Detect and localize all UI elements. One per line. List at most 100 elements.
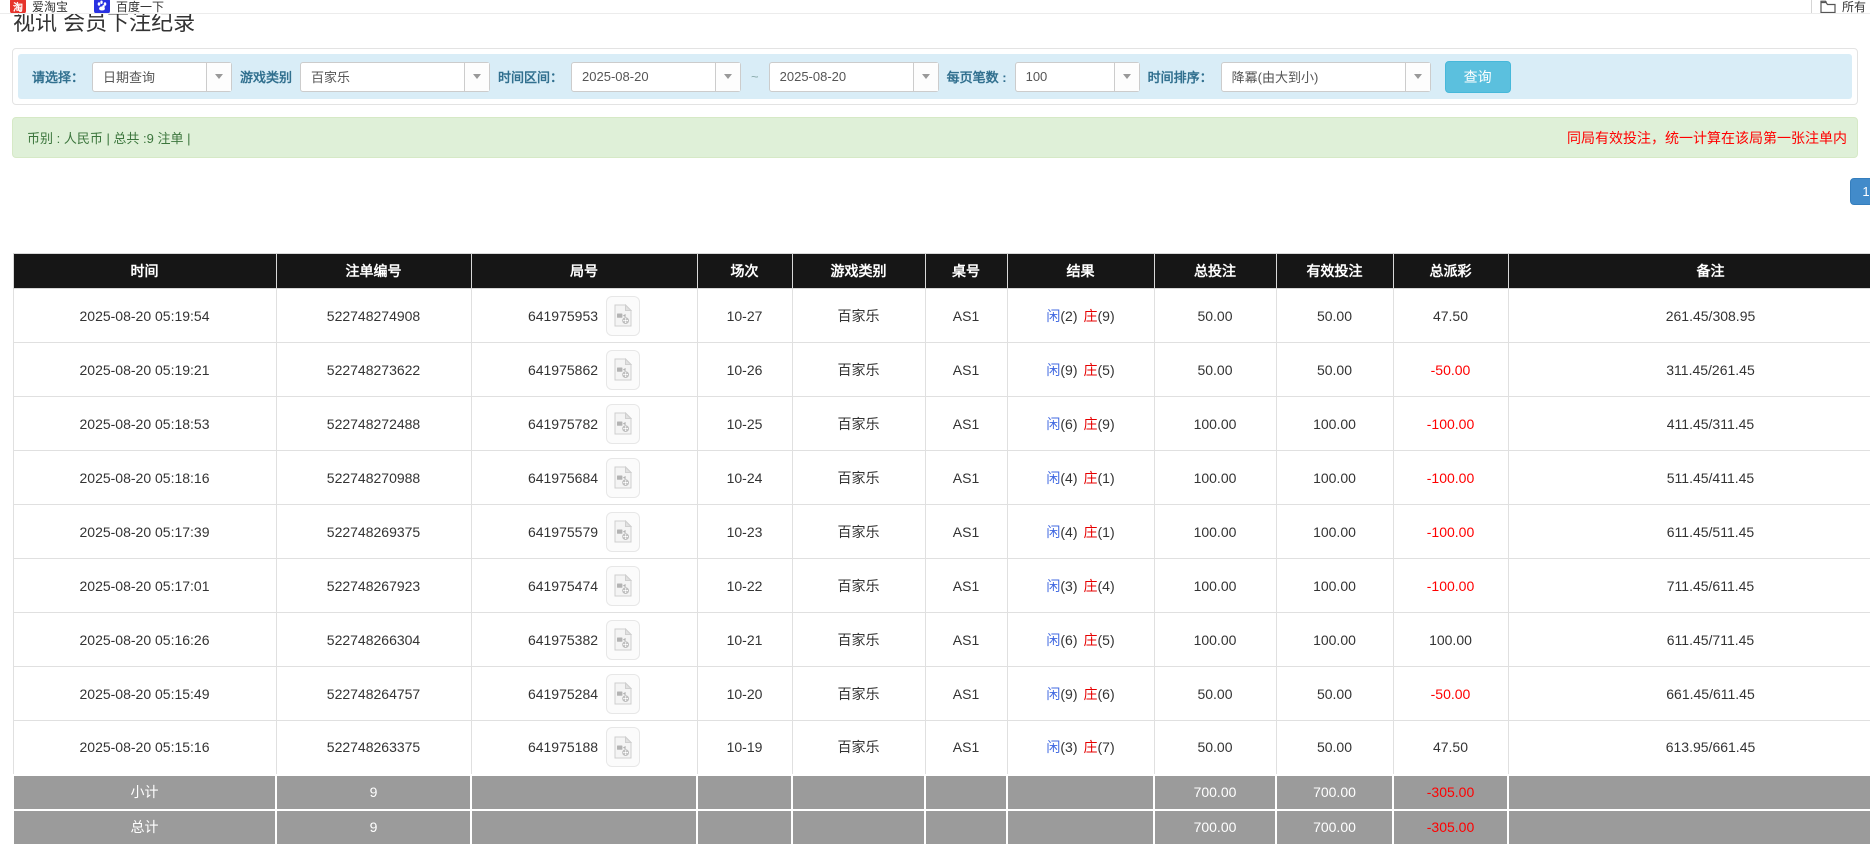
col-time: 时间 <box>13 254 276 289</box>
player-result-score: (6) <box>1060 416 1077 432</box>
video-file-icon <box>614 358 632 381</box>
total-bet-link[interactable]: 100.00 <box>1154 505 1276 559</box>
bookmark-baidu[interactable]: 百度一下 <box>94 0 164 14</box>
video-replay-button[interactable] <box>606 404 640 444</box>
page: 淘 爱淘宝 百度一下 所有 <box>0 0 1870 858</box>
bookmark-aitaobao[interactable]: 淘 爱淘宝 <box>10 0 68 14</box>
video-replay-button[interactable] <box>606 512 640 552</box>
video-replay-button[interactable] <box>606 296 640 336</box>
cell-payout: -50.00 <box>1393 343 1508 397</box>
subtotal-payout: -305.00 <box>1393 775 1508 810</box>
cell-time: 2025-08-20 05:15:49 <box>13 667 276 721</box>
total-bet-link[interactable]: 50.00 <box>1154 289 1276 343</box>
col-remark: 备注 <box>1508 254 1870 289</box>
query-type-select[interactable]: 日期查询 <box>92 62 232 92</box>
cell-payout: 100.00 <box>1393 613 1508 667</box>
round-id-text: 641975474 <box>528 578 598 594</box>
table-row: 2025-08-20 05:19:21 522748273622 6419758… <box>13 343 1870 397</box>
banker-result-score: (9) <box>1098 308 1115 324</box>
cell-time: 2025-08-20 05:16:26 <box>13 613 276 667</box>
table-row: 2025-08-20 05:17:01 522748267923 6419754… <box>13 559 1870 613</box>
col-total-bet: 总投注 <box>1154 254 1276 289</box>
player-result-score: (9) <box>1060 686 1077 702</box>
cell-remark: 661.45/611.45 <box>1508 667 1870 721</box>
video-replay-button[interactable] <box>606 674 640 714</box>
player-result-label: 闲 <box>1046 362 1060 378</box>
date-to-select[interactable]: 2025-08-20 <box>769 62 939 92</box>
chevron-down-icon[interactable] <box>913 63 938 91</box>
cell-valid-bet: 50.00 <box>1276 343 1393 397</box>
col-session: 场次 <box>697 254 792 289</box>
video-replay-button[interactable] <box>606 566 640 606</box>
cell-result: 闲(6)庄(9) <box>1007 397 1154 451</box>
cell-session: 10-26 <box>697 343 792 397</box>
cell-result: 闲(3)庄(7) <box>1007 721 1154 775</box>
col-game-type: 游戏类别 <box>792 254 925 289</box>
video-replay-button[interactable] <box>606 620 640 660</box>
player-result-score: (4) <box>1060 470 1077 486</box>
chevron-down-icon[interactable] <box>206 63 231 91</box>
chevron-down-icon[interactable] <box>1405 63 1430 91</box>
cell-remark: 311.45/261.45 <box>1508 343 1870 397</box>
pagination-page-1[interactable]: 1 <box>1850 178 1870 205</box>
chevron-down-icon[interactable] <box>715 63 740 91</box>
cell-valid-bet: 100.00 <box>1276 397 1393 451</box>
total-bet-link[interactable]: 50.00 <box>1154 721 1276 775</box>
query-type-label: 请选择： <box>32 67 84 86</box>
cell-session: 10-20 <box>697 667 792 721</box>
table-row: 2025-08-20 05:16:26 522748266304 6419753… <box>13 613 1870 667</box>
player-result-score: (6) <box>1060 632 1077 648</box>
bookmarks-right: 所有 <box>1811 0 1866 14</box>
date-separator: ~ <box>749 69 761 84</box>
bookmarks-bar: 淘 爱淘宝 百度一下 所有 <box>0 0 1870 14</box>
search-button[interactable]: 查询 <box>1445 61 1511 93</box>
sort-select[interactable]: 降冪(由大到小) <box>1221 62 1431 92</box>
cell-result: 闲(4)庄(1) <box>1007 505 1154 559</box>
date-to-value: 2025-08-20 <box>770 63 913 91</box>
video-file-icon <box>614 574 632 597</box>
total-bet-link[interactable]: 100.00 <box>1154 559 1276 613</box>
cell-bet-id: 522748264757 <box>276 667 471 721</box>
video-replay-button[interactable] <box>606 727 640 767</box>
total-bet-link[interactable]: 100.00 <box>1154 613 1276 667</box>
total-bet-link[interactable]: 100.00 <box>1154 451 1276 505</box>
cell-session: 10-19 <box>697 721 792 775</box>
page-size-label: 每页笔数 : <box>947 67 1007 86</box>
cell-valid-bet: 100.00 <box>1276 559 1393 613</box>
cell-session: 10-21 <box>697 613 792 667</box>
date-from-select[interactable]: 2025-08-20 <box>571 62 741 92</box>
query-type-value: 日期查询 <box>93 63 206 91</box>
video-replay-button[interactable] <box>606 350 640 390</box>
player-result-label: 闲 <box>1046 739 1060 755</box>
col-bet-id: 注单编号 <box>276 254 471 289</box>
filter-panel: 请选择： 日期查询 游戏类别 百家乐 时间区间： 2025-08-20 ~ 20… <box>12 48 1858 105</box>
cell-table-no: AS1 <box>925 397 1007 451</box>
total-bet-link[interactable]: 50.00 <box>1154 343 1276 397</box>
chevron-down-icon[interactable] <box>1114 63 1139 91</box>
page-size-select[interactable]: 100 <box>1015 62 1140 92</box>
cell-round-id: 641975782 <box>471 397 697 451</box>
folder-icon <box>1820 0 1836 13</box>
col-round-id: 局号 <box>471 254 697 289</box>
game-type-select[interactable]: 百家乐 <box>300 62 490 92</box>
cell-payout: 47.50 <box>1393 721 1508 775</box>
banker-result-score: (5) <box>1098 362 1115 378</box>
video-replay-button[interactable] <box>606 458 640 498</box>
cell-time: 2025-08-20 05:18:16 <box>13 451 276 505</box>
banker-result-label: 庄 <box>1084 362 1098 378</box>
player-result-label: 闲 <box>1046 632 1060 648</box>
cell-bet-id: 522748269375 <box>276 505 471 559</box>
cell-payout: -100.00 <box>1393 505 1508 559</box>
col-table-no: 桌号 <box>925 254 1007 289</box>
cell-round-id: 641975382 <box>471 613 697 667</box>
cell-remark: 613.95/661.45 <box>1508 721 1870 775</box>
total-bet-link[interactable]: 100.00 <box>1154 397 1276 451</box>
cell-game-type: 百家乐 <box>792 613 925 667</box>
chevron-down-icon[interactable] <box>464 63 489 91</box>
cell-round-id: 641975188 <box>471 721 697 775</box>
all-bookmarks-folder[interactable]: 所有 <box>1820 0 1866 14</box>
cell-payout: 47.50 <box>1393 289 1508 343</box>
cell-time: 2025-08-20 05:19:21 <box>13 343 276 397</box>
subtotal-valid-bet: 700.00 <box>1276 775 1393 810</box>
total-bet-link[interactable]: 50.00 <box>1154 667 1276 721</box>
